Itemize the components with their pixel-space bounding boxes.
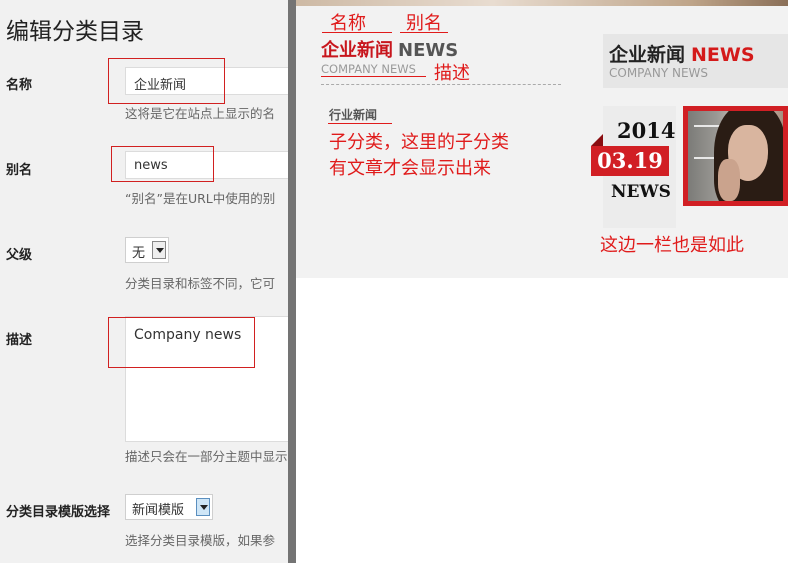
post-news-label: NEWS <box>611 182 671 202</box>
name-label: 名称 <box>6 78 33 93</box>
description-label: 描述 <box>6 333 33 348</box>
slug-help: “别名”是在URL中使用的别 <box>125 191 276 206</box>
description-help: 描述只会在一部分主题中显示 <box>125 449 288 464</box>
category-edit-panel: 编辑分类目录 名称 企业新闻 这将是它在站点上显示的名 别名 news “别名”… <box>0 0 288 563</box>
post-thumbnail[interactable] <box>683 106 788 206</box>
annotation-underline <box>400 32 448 33</box>
annotation-subcategory-line1: 子分类，这里的子分类 <box>329 132 509 153</box>
parent-select[interactable]: 无 <box>125 237 169 263</box>
widget-title: 企业新闻 NEWS <box>609 40 755 67</box>
panel-divider <box>288 0 296 563</box>
template-help: 选择分类目录模版，如果参 <box>125 533 276 548</box>
parent-label: 父级 <box>6 248 33 263</box>
annotation-description: 描述 <box>434 63 470 84</box>
category-title-cn: 企业新闻 <box>321 40 393 61</box>
subcategory-link[interactable]: 行业新闻 <box>329 106 377 123</box>
annotation-underline <box>322 32 392 33</box>
annotation-subcategory-line2: 有文章才会显示出来 <box>329 158 491 179</box>
widget-title-cn: 企业新闻 <box>609 44 686 66</box>
chevron-down-icon[interactable] <box>152 241 166 259</box>
parent-help: 分类目录和标签不同，它可 <box>125 276 276 291</box>
highlight-box-description <box>108 317 255 368</box>
page-title: 编辑分类目录 <box>6 19 144 45</box>
highlight-box-name <box>108 58 225 104</box>
slug-label: 别名 <box>6 163 33 178</box>
highlight-box-slug <box>111 146 214 182</box>
category-title-en: NEWS <box>398 40 459 61</box>
portrait-hand <box>718 159 740 201</box>
parent-select-value: 无 <box>132 246 146 261</box>
chevron-down-icon[interactable] <box>196 498 210 516</box>
widget-title-en: NEWS <box>691 44 755 66</box>
dashed-divider <box>321 84 561 85</box>
name-help: 这将是它在站点上显示的名 <box>125 106 276 121</box>
category-subtitle: COMPANY NEWS <box>321 62 416 76</box>
annotation-underline <box>328 123 392 124</box>
annotation-sidebar: 这边一栏也是如此 <box>600 235 744 256</box>
frontend-preview: 名称 别名 企业新闻 NEWS COMPANY NEWS 描述 行业新闻 子分类，… <box>296 6 788 278</box>
template-label: 分类目录模版选择 <box>6 505 111 520</box>
post-date: 03.19 <box>591 146 669 176</box>
template-select-value: 新闻模版 <box>132 503 185 518</box>
post-year: 2014 <box>617 118 676 143</box>
post-date-block: 2014 03.19 NEWS <box>591 106 676 228</box>
widget-header: 企业新闻 NEWS COMPANY NEWS <box>603 34 788 88</box>
annotation-underline <box>321 76 426 77</box>
widget-subtitle: COMPANY NEWS <box>609 66 709 80</box>
template-select[interactable]: 新闻模版 <box>125 494 213 520</box>
woman-portrait-image <box>688 111 783 201</box>
date-badge-fold <box>591 134 603 146</box>
